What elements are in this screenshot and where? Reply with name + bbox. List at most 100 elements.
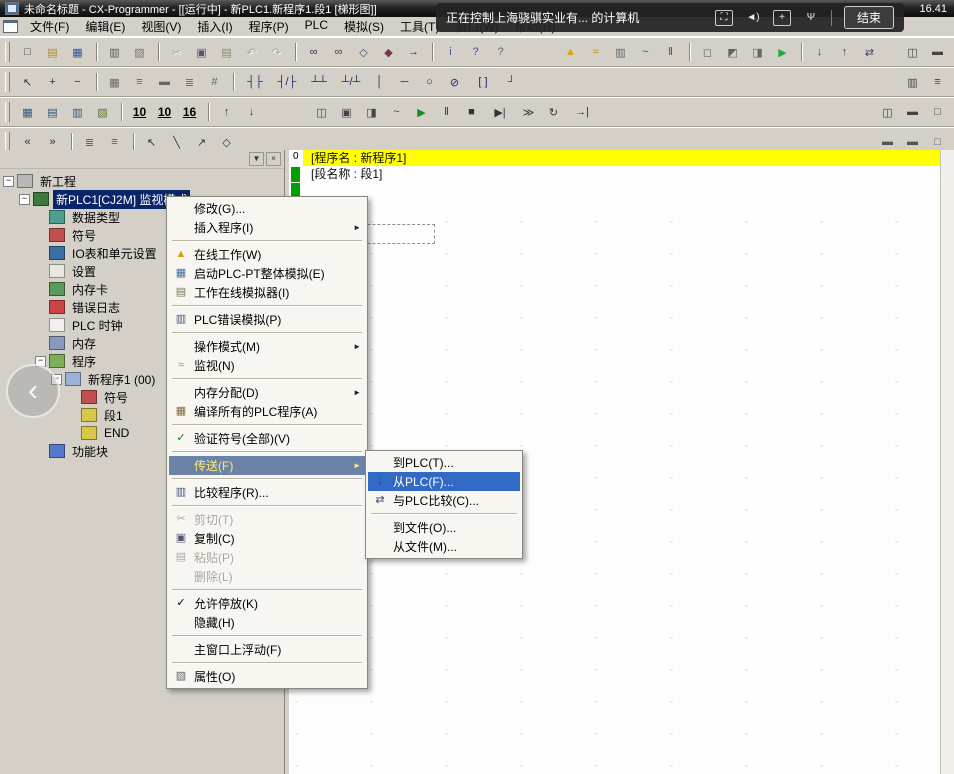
monitor-hex-button[interactable]: # [203, 71, 226, 93]
zoom-out-button[interactable]: − [66, 71, 89, 93]
menu-view[interactable]: 视图(V) [133, 16, 189, 37]
menu-work-online[interactable]: ▲ 在线工作(W) [169, 245, 365, 264]
stop-simulator-button[interactable]: ■ [460, 101, 483, 123]
data-trace-button[interactable]: ◨ [360, 101, 383, 123]
menu-copy[interactable]: ▣ 复制(C) [169, 529, 365, 548]
redo-button[interactable]: ↷ [265, 41, 288, 63]
menu-program[interactable]: 程序(P) [241, 16, 297, 37]
menu-plc-error-simulation[interactable]: ▥ PLC错误模拟(P) [169, 310, 365, 329]
mdi-child-icon[interactable] [3, 20, 18, 33]
speaker-icon[interactable]: ◄) [745, 11, 761, 25]
zoom-level-button[interactable]: ▧ [91, 101, 114, 123]
pause-monitor-button[interactable]: ‖ [659, 41, 682, 63]
move-rung-up-button[interactable]: ↑ [215, 101, 238, 123]
new-closed-coil-button[interactable]: ⊘ [443, 71, 466, 93]
menu-insert-program[interactable]: 插入程序(I) ► [169, 218, 365, 237]
toolbar-gripper[interactable] [5, 102, 10, 122]
new-or-closed-contact-button[interactable]: ┴/┴ [336, 71, 366, 93]
work-online-button[interactable]: ▲ [559, 41, 582, 63]
symbol-bar-button[interactable]: ▬ [153, 71, 176, 93]
submenu-compare-with-plc[interactable]: ⇄ 与PLC比较(C)... [368, 491, 520, 510]
move-rung-down-button[interactable]: ↓ [240, 101, 263, 123]
open-file-button[interactable]: ▤ [41, 41, 64, 63]
save-button[interactable]: ▦ [66, 41, 89, 63]
grid-size-10-button[interactable]: 10 [128, 101, 151, 123]
menu-hide[interactable]: 隐藏(H) [169, 613, 365, 632]
menu-cut[interactable]: ✂ 剪切(T) [169, 510, 365, 529]
new-open-coil-button[interactable]: ○ [418, 71, 441, 93]
menu-monitor[interactable]: ≈ 监视(N) [169, 356, 365, 375]
continuous-step-button[interactable]: ↻ [542, 101, 565, 123]
font-size-16-button[interactable]: 16 [178, 101, 201, 123]
menu-allow-docking[interactable]: ✓ 允许停放(K) [169, 594, 365, 613]
end-session-button[interactable]: 结束 [844, 6, 894, 29]
window-arrange-button[interactable]: ▬ [901, 101, 924, 123]
watch-window-button[interactable]: ◫ [310, 101, 333, 123]
menu-float-in-main-window[interactable]: 主窗口上浮动(F) [169, 640, 365, 659]
view-mnemonic-button[interactable]: ▤ [41, 101, 64, 123]
rung-comment-button[interactable]: ≣ [178, 71, 201, 93]
menu-operation-mode[interactable]: 操作模式(M) ► [169, 337, 365, 356]
delete-line-button[interactable]: ┘ [500, 71, 523, 93]
menu-compare-program[interactable]: ▥ 比较程序(R)... [169, 483, 365, 502]
memory-view-button[interactable]: ▣ [335, 101, 358, 123]
paste-button[interactable]: ▤ [215, 41, 238, 63]
usb-device-icon[interactable]: Ψ [803, 11, 819, 25]
menu-verify-symbols-all[interactable]: ✓ 验证符号(全部)(V) [169, 429, 365, 448]
new-or-open-contact-button[interactable]: ┴┴ [304, 71, 334, 93]
view-symbol-button[interactable]: ▥ [66, 101, 89, 123]
menu-start-plc-pt-simulation[interactable]: ▦ 启动PLC-PT整体模拟(E) [169, 264, 365, 283]
toggle-output-window-button[interactable]: ▬ [926, 41, 949, 63]
undo-button[interactable]: ↶ [240, 41, 263, 63]
pause-simulator-button[interactable]: ‖ [435, 101, 458, 123]
find-replace-button[interactable]: ∞ [327, 41, 350, 63]
find-bit-button[interactable]: ◆ [377, 41, 400, 63]
grid-size-10b-button[interactable]: 10 [153, 101, 176, 123]
new-vertical-line-button[interactable]: │ [368, 71, 391, 93]
step-over-button[interactable]: ≫ [517, 101, 540, 123]
grid-toggle-button[interactable]: ▦ [103, 71, 126, 93]
menu-work-online-simulator[interactable]: ▤ 工作在线模拟器(I) [169, 283, 365, 302]
cut-button[interactable]: ✂ [165, 41, 188, 63]
goto-rung-button[interactable]: → [402, 41, 425, 63]
rung-wrap-button[interactable]: ≡ [128, 71, 151, 93]
fullscreen-icon[interactable]: ⛶ [715, 10, 733, 26]
diff-monitor-button[interactable]: ▥ [609, 41, 632, 63]
about-button[interactable]: i [439, 41, 462, 63]
copy-button[interactable]: ▣ [190, 41, 213, 63]
run-mode-button[interactable]: ▶ [771, 41, 794, 63]
new-instruction-button[interactable]: [ ] [468, 71, 498, 93]
scan-run-button[interactable]: →| [567, 101, 597, 123]
submenu-from-file[interactable]: 从文件(M)... [368, 537, 520, 556]
transfer-to-plc-button[interactable]: ↓ [808, 41, 831, 63]
address-reference-tool-button[interactable]: ▥ [901, 71, 924, 93]
workspace-close-icon[interactable]: × [266, 152, 281, 166]
vertical-scrollbar[interactable] [940, 150, 954, 774]
selection-pointer-button[interactable]: ↖ [16, 71, 39, 93]
new-closed-contact-button[interactable]: ┤/├ [272, 71, 302, 93]
view-ladder-button[interactable]: ▦ [16, 101, 39, 123]
floating-back-button[interactable]: ‹ [6, 364, 60, 418]
program-mode-button[interactable]: ◻ [696, 41, 719, 63]
monitor-button[interactable]: ≈ [584, 41, 607, 63]
submenu-to-plc[interactable]: 到PLC(T)... [368, 453, 520, 472]
menu-memory-allocation[interactable]: 内存分配(D) ► [169, 383, 365, 402]
expand-collapse-icon[interactable]: − [19, 194, 30, 205]
zoom-in-button[interactable]: + [41, 71, 64, 93]
menu-edit[interactable]: 编辑(E) [77, 16, 133, 37]
find-address-button[interactable]: ◇ [352, 41, 375, 63]
submenu-from-plc[interactable]: ↓ 从PLC(F)... [368, 472, 520, 491]
menu-delete[interactable]: 删除(L) [169, 567, 365, 586]
window-split-button[interactable]: ◫ [876, 101, 899, 123]
menu-properties[interactable]: ▧ 属性(O) [169, 667, 365, 686]
window-front-button[interactable]: □ [926, 101, 949, 123]
print-preview-button[interactable]: ▨ [128, 41, 151, 63]
menu-paste[interactable]: ▤ 粘贴(P) [169, 548, 365, 567]
menu-transfer[interactable]: 传送(F) ► [169, 456, 365, 475]
debug-mode-button[interactable]: ◩ [721, 41, 744, 63]
find-button[interactable]: ∞ [302, 41, 325, 63]
menu-plc[interactable]: PLC [297, 16, 336, 37]
help-button[interactable]: ? [464, 41, 487, 63]
run-simulator-button[interactable]: ▶ [410, 101, 433, 123]
workspace-pin-icon[interactable]: ▼ [249, 152, 264, 166]
